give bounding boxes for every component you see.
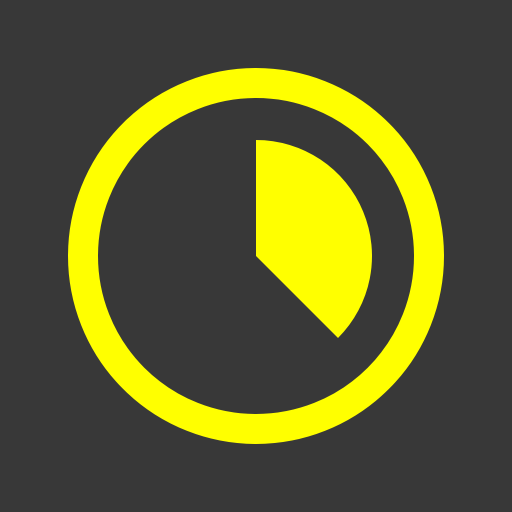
- app-icon-canvas: [0, 0, 512, 512]
- timer-icon: [68, 68, 444, 444]
- timer-progress-wedge: [256, 140, 372, 339]
